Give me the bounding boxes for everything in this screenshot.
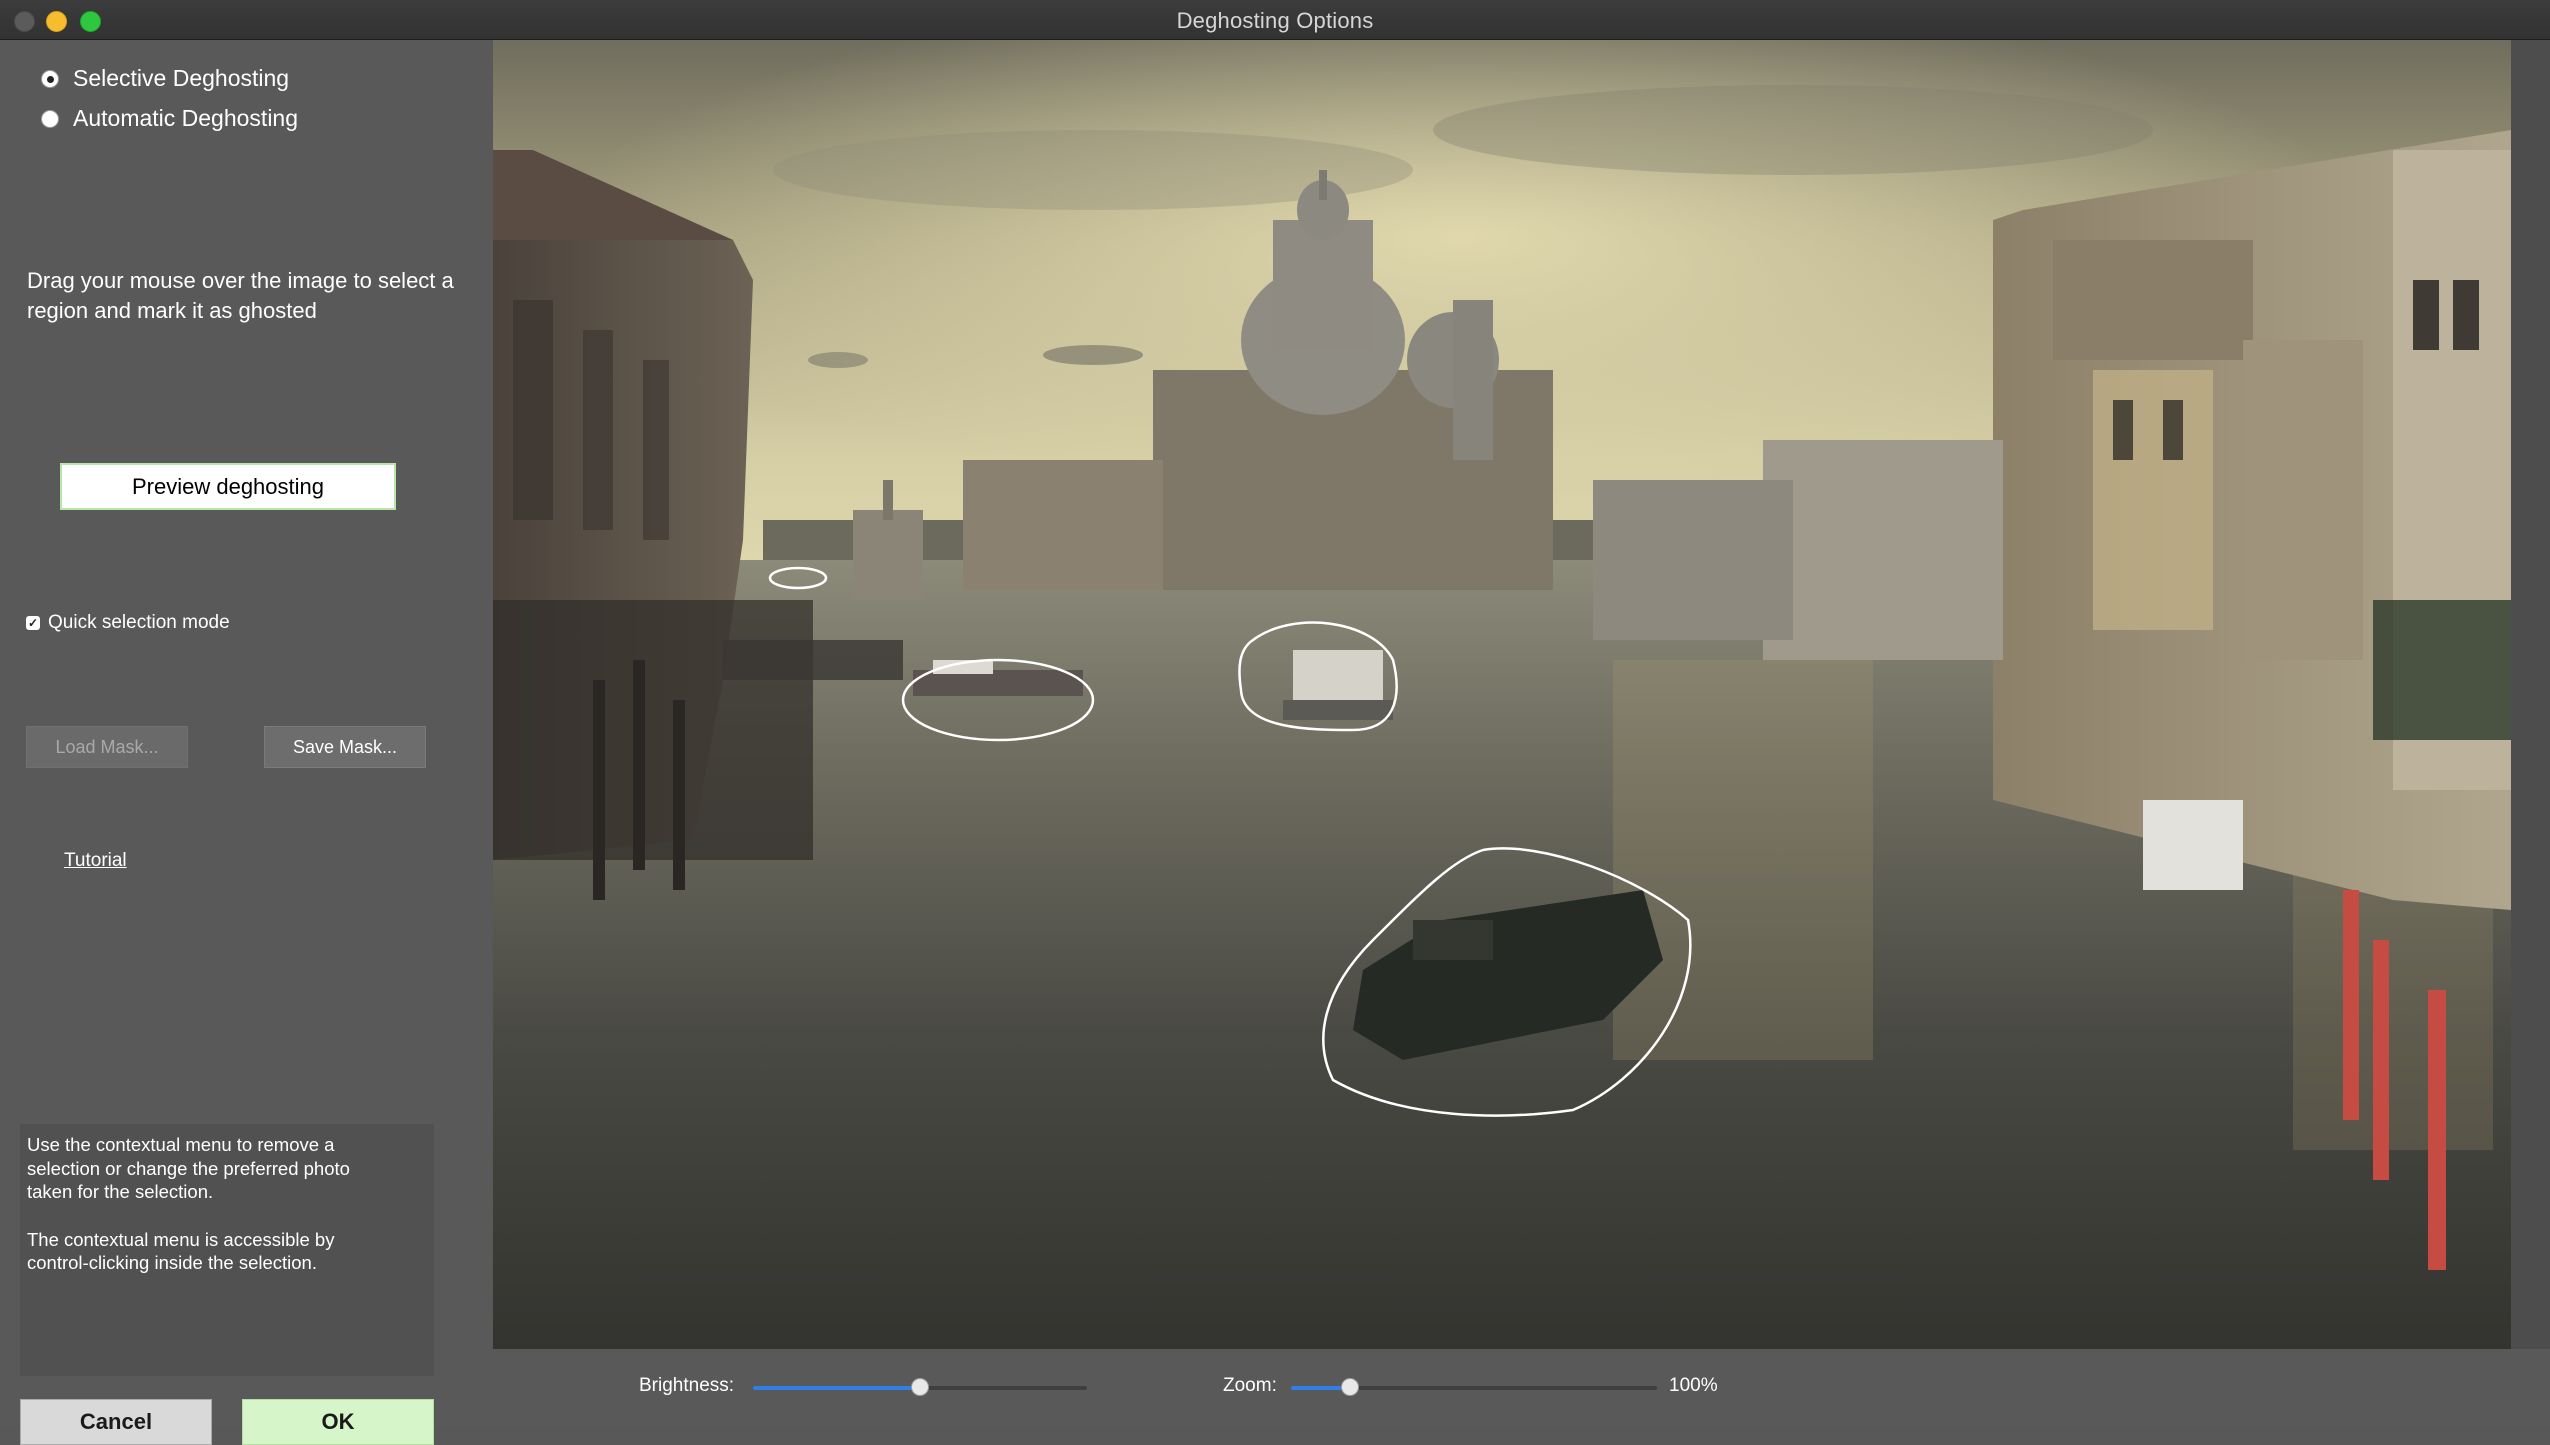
selective-deghosting-radio[interactable]	[41, 69, 59, 88]
window-title: Deghosting Options	[1176, 8, 1374, 33]
selective-deghosting-option[interactable]: Selective Deghosting	[41, 65, 289, 92]
instructions-text: Drag your mouse over the image to select…	[27, 268, 454, 323]
zoom-label: Zoom:	[1223, 1375, 1277, 1396]
save-mask-button[interactable]: Save Mask...	[264, 726, 426, 768]
ok-button[interactable]: OK	[242, 1399, 434, 1445]
preview-deghosting-button[interactable]: Preview deghosting	[60, 463, 396, 510]
automatic-deghosting-option[interactable]: Automatic Deghosting	[41, 105, 298, 132]
quick-selection-option[interactable]: ✓ Quick selection mode	[26, 612, 230, 634]
image-canvas[interactable]	[493, 40, 2511, 1349]
zoom-slider-handle[interactable]	[1341, 1378, 1359, 1396]
zoom-value: 100%	[1669, 1375, 1718, 1396]
help-paragraph-contextual-menu: Use the contextual menu to remove a sele…	[27, 1134, 350, 1202]
brightness-slider-handle[interactable]	[911, 1378, 929, 1396]
brightness-label: Brightness:	[639, 1375, 735, 1396]
venice-canal-photo[interactable]	[493, 40, 2511, 1349]
tutorial-link[interactable]: Tutorial	[64, 850, 127, 872]
cancel-button[interactable]: Cancel	[20, 1399, 212, 1445]
automatic-deghosting-radio[interactable]	[41, 109, 59, 128]
selective-deghosting-label[interactable]: Selective Deghosting	[73, 65, 289, 92]
quick-selection-label[interactable]: Quick selection mode	[48, 612, 230, 634]
brightness-slider-fill	[753, 1386, 920, 1390]
load-mask-button[interactable]: Load Mask...	[26, 726, 188, 768]
image-scroll-area[interactable]	[2511, 40, 2550, 1349]
help-paragraph-control-click: The contextual menu is accessible by con…	[27, 1228, 335, 1274]
automatic-deghosting-label[interactable]: Automatic Deghosting	[73, 105, 298, 132]
help-text-box: Use the contextual menu to remove a sele…	[20, 1124, 434, 1376]
quick-selection-checkbox[interactable]: ✓	[26, 616, 40, 630]
title-bar: Deghosting Options	[0, 0, 2550, 40]
options-sidebar: Selective Deghosting Automatic Deghostin…	[0, 40, 492, 1445]
